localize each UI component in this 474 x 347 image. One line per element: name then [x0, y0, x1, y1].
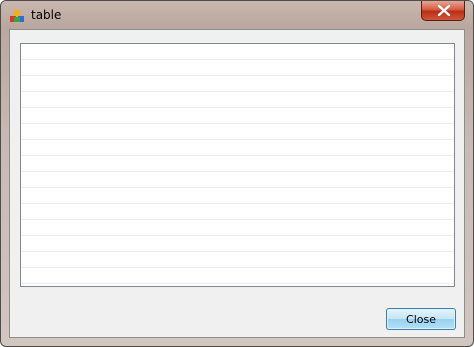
table-row[interactable]	[21, 220, 454, 236]
table-row[interactable]	[21, 44, 454, 60]
table-row[interactable]	[21, 204, 454, 220]
title-bar[interactable]: table	[1, 1, 473, 29]
data-table[interactable]	[20, 43, 455, 287]
window-close-button[interactable]	[421, 1, 465, 21]
table-row[interactable]	[21, 108, 454, 124]
table-row[interactable]	[21, 268, 454, 284]
table-row[interactable]	[21, 92, 454, 108]
table-row[interactable]	[21, 236, 454, 252]
window-title: table	[31, 8, 62, 22]
table-row[interactable]	[21, 172, 454, 188]
table-row[interactable]	[21, 76, 454, 92]
table-row[interactable]	[21, 156, 454, 172]
table-row[interactable]	[21, 188, 454, 204]
dialog-window: table Close	[0, 0, 474, 347]
close-x-icon	[437, 5, 451, 16]
table-body	[21, 44, 454, 284]
dialog-client-area: Close	[9, 29, 465, 338]
table-row[interactable]	[21, 124, 454, 140]
table-row[interactable]	[21, 60, 454, 76]
table-row[interactable]	[21, 252, 454, 268]
table-row[interactable]	[21, 140, 454, 156]
app-cube-icon	[9, 8, 25, 24]
close-button[interactable]: Close	[386, 308, 456, 330]
